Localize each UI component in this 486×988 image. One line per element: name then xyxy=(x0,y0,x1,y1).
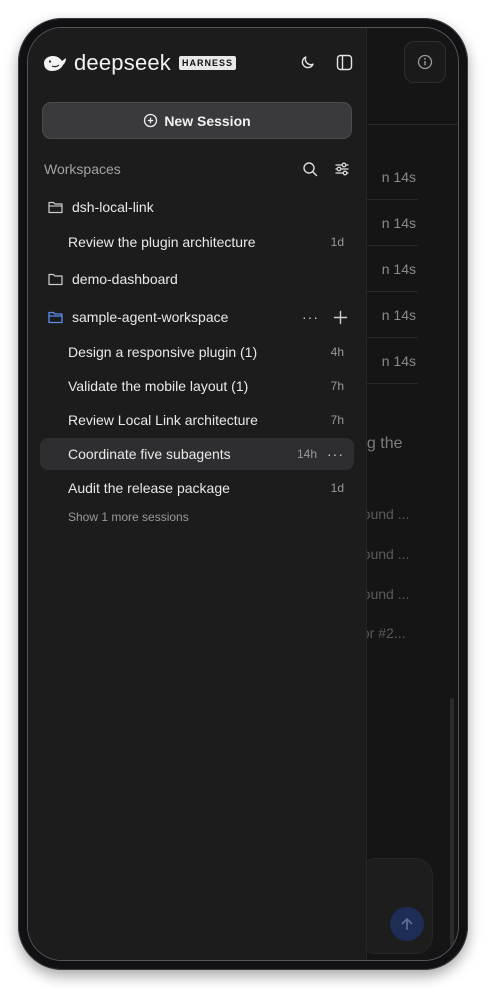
sidebar: deepseek HARNESS New Session Workspaces … xyxy=(28,28,367,960)
session-item[interactable]: Validate the mobile layout (1) 7h xyxy=(40,370,354,402)
session-item[interactable]: Review the plugin architecture 1d xyxy=(40,226,354,258)
send-button[interactable] xyxy=(390,907,424,941)
show-more-sessions-link[interactable]: Show 1 more sessions xyxy=(68,510,189,524)
more-options-icon[interactable]: ··· xyxy=(302,309,319,325)
main-row[interactable]: n 14s xyxy=(358,246,418,292)
device-frame: n 14s n 14s n 14s n 14s n 14s v ng the r… xyxy=(18,18,468,970)
workspace-folder[interactable]: dsh-local-link xyxy=(40,191,354,223)
session-title: Review the plugin architecture xyxy=(68,234,256,250)
info-button[interactable] xyxy=(404,41,446,83)
plus-icon[interactable] xyxy=(333,310,348,325)
session-more-icon[interactable]: ··· xyxy=(327,446,344,462)
session-age: 7h xyxy=(330,413,344,427)
moon-icon xyxy=(301,56,314,69)
brand-logo[interactable]: deepseek HARNESS xyxy=(42,50,237,76)
session-age: 1d xyxy=(330,481,344,495)
session-title: Coordinate five subagents xyxy=(68,446,231,462)
row-time: n 14s xyxy=(381,168,416,185)
whale-logo-icon xyxy=(44,56,66,71)
folder-open-icon xyxy=(48,201,63,214)
session-title: Validate the mobile layout (1) xyxy=(68,378,249,394)
main-row[interactable]: n 14s xyxy=(358,338,418,384)
row-time: n 14s xyxy=(381,214,416,231)
workspaces-header: Workspaces xyxy=(44,159,350,179)
workspaces-label: Workspaces xyxy=(44,161,121,177)
brand-wordmark: deepseek xyxy=(74,50,172,75)
row-time: n 14s xyxy=(381,306,416,323)
main-row[interactable]: n 14s xyxy=(358,154,418,200)
harness-badge: HARNESS xyxy=(179,56,237,70)
theme-toggle-button[interactable] xyxy=(298,52,318,72)
workspace-name: sample-agent-workspace xyxy=(72,309,229,325)
workspace-name: dsh-local-link xyxy=(72,199,154,215)
session-item[interactable]: Design a responsive plugin (1) 4h xyxy=(40,336,354,368)
session-item[interactable]: Audit the release package 1d xyxy=(40,472,354,504)
filter-sliders-icon[interactable] xyxy=(334,161,350,177)
session-title: Review Local Link architecture xyxy=(68,412,258,428)
composer[interactable] xyxy=(358,858,433,954)
session-item[interactable]: Review Local Link architecture 7h xyxy=(40,404,354,436)
row-time: n 14s xyxy=(381,260,416,277)
info-icon xyxy=(417,54,433,70)
search-icon[interactable] xyxy=(302,161,318,177)
sidebar-panel-icon xyxy=(336,54,352,70)
folder-icon xyxy=(48,273,63,286)
toggle-sidebar-button[interactable] xyxy=(334,52,354,72)
sidebar-top-actions xyxy=(298,52,354,72)
session-age: 4h xyxy=(330,345,344,359)
workspace-folder[interactable]: demo-dashboard xyxy=(40,263,354,295)
main-scrollbar[interactable] xyxy=(450,698,454,948)
new-session-button[interactable]: New Session xyxy=(42,102,352,139)
main-row[interactable]: n 14s xyxy=(358,200,418,246)
workspace-name: demo-dashboard xyxy=(72,271,178,287)
folder-open-icon xyxy=(48,311,63,324)
session-title: Audit the release package xyxy=(68,480,230,496)
plus-circle-icon xyxy=(144,113,158,128)
screen: n 14s n 14s n 14s n 14s n 14s v ng the r… xyxy=(28,28,458,960)
main-divider xyxy=(368,124,458,125)
session-age: 1d xyxy=(330,235,344,249)
workspace-folder[interactable]: sample-agent-workspace ··· xyxy=(40,301,354,333)
session-age: 7h xyxy=(330,379,344,393)
session-title: Design a responsive plugin (1) xyxy=(68,344,258,360)
row-time: n 14s xyxy=(381,352,416,369)
main-row[interactable]: n 14s xyxy=(358,292,418,338)
new-session-label: New Session xyxy=(164,112,251,129)
session-item-active[interactable]: Coordinate five subagents 14h ··· xyxy=(40,438,354,470)
session-age: 14h xyxy=(296,447,317,461)
arrow-up-icon xyxy=(401,918,413,930)
